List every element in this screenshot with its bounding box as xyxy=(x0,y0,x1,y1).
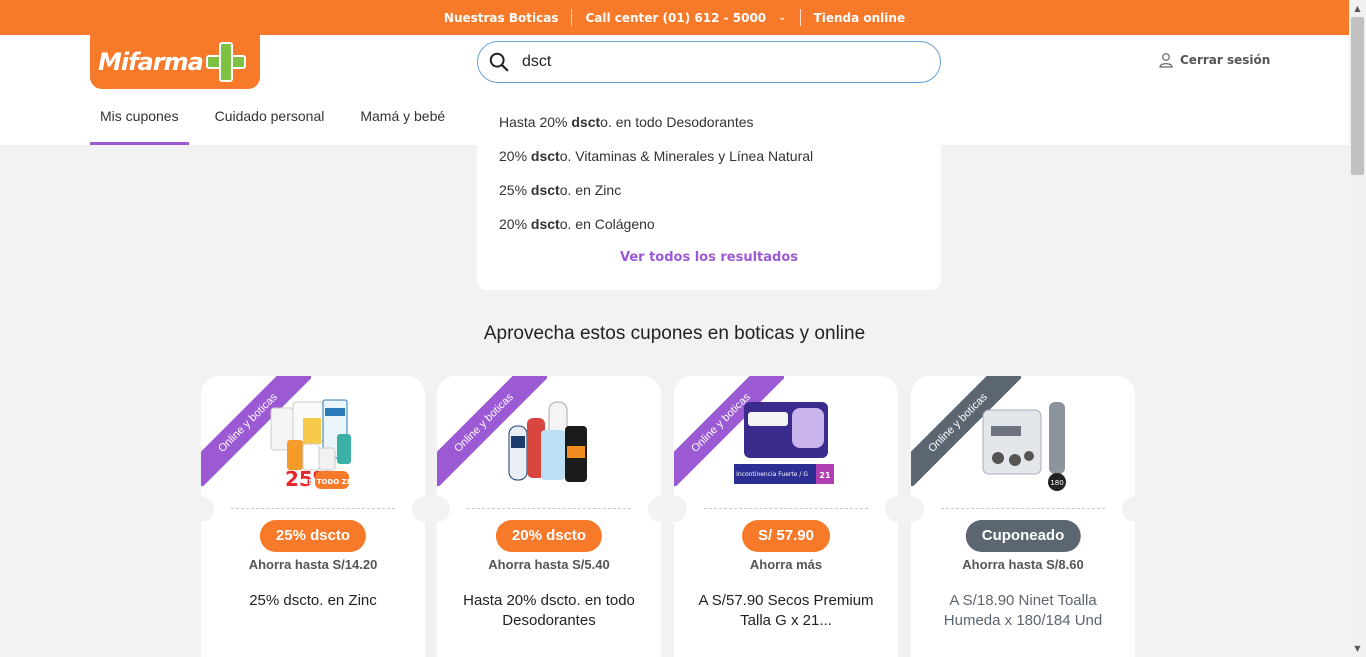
search-input[interactable] xyxy=(522,53,902,71)
page-scrollbar[interactable]: ▲ ▼ xyxy=(1349,0,1366,657)
coupon-title: Hasta 20% dscto. en todo Desodorantes xyxy=(463,592,635,629)
price-badge: S/ 57.90 xyxy=(742,520,830,552)
search-suggestions: Hasta 20% dscto. en todo Desodorantes 20… xyxy=(477,104,941,290)
coupon-title: A S/57.90 Secos Premium Talla G x 21... xyxy=(698,592,874,629)
coupon-card[interactable]: Online y boticas 20% dscto Ahorra hasta … xyxy=(437,376,661,657)
couponed-badge: Cuponeado xyxy=(965,520,1081,552)
ninet-wipes-image: 180 xyxy=(982,402,1066,491)
search-icon[interactable] xyxy=(488,51,510,73)
stores-link-label: Nuestras Boticas xyxy=(443,10,559,25)
coupon-card[interactable]: Online y boticas 180 Cuponeado Ahorra ha… xyxy=(911,376,1135,657)
user-icon xyxy=(1159,53,1173,68)
savings-text: Ahorra más xyxy=(749,557,823,572)
svg-text:180: 180 xyxy=(1050,479,1063,487)
scroll-up-icon[interactable]: ▲ xyxy=(1349,0,1366,17)
call-center-dropdown[interactable]: Call center (01) 612 - 5000 ⌄ xyxy=(572,9,799,26)
top-bar: Nuestras Boticas Call center (01) 612 - … xyxy=(0,0,1349,35)
logo-text: Mifarma xyxy=(98,48,204,76)
online-store-label: Tienda online xyxy=(813,10,906,25)
nav-item-mis-cupones[interactable]: Mis cupones xyxy=(90,101,189,145)
suggestion-item[interactable]: Hasta 20% dscto. en todo Desodorantes xyxy=(499,114,754,130)
search-box[interactable] xyxy=(477,41,941,83)
chevron-down-icon: ⌄ xyxy=(778,12,787,23)
suggestion-item[interactable]: 25% dscto. en Zinc xyxy=(499,182,621,198)
stores-link[interactable]: Nuestras Boticas xyxy=(431,9,572,26)
coupon-title: A S/18.90 Ninet Toalla Humeda x 180/184 … xyxy=(943,592,1103,629)
scroll-thumb[interactable] xyxy=(1351,17,1364,175)
deodorants-image xyxy=(508,401,587,482)
nav-item-mama-y-bebe[interactable]: Mamá y bebé xyxy=(350,101,455,145)
call-center-label: Call center (01) 612 - 5000 xyxy=(585,10,767,25)
mifarma-logo[interactable]: Mifarma xyxy=(90,35,260,89)
discount-badge: 25% dscto xyxy=(259,520,367,552)
category-nav: Mis cupones Cuidado personal Mamá y bebé xyxy=(90,101,471,145)
online-store-link[interactable]: Tienda online xyxy=(801,9,919,26)
suggestion-item[interactable]: 20% dscto. en Colágeno xyxy=(499,216,655,232)
scroll-down-icon[interactable]: ▼ xyxy=(1349,640,1366,657)
svg-text:21: 21 xyxy=(819,471,831,480)
savings-text: Ahorra hasta S/14.20 xyxy=(248,557,378,572)
nav-item-cuidado-personal[interactable]: Cuidado personal xyxy=(205,101,335,145)
green-cross-icon xyxy=(205,42,246,82)
savings-text: Ahorra hasta S/5.40 xyxy=(488,557,610,572)
svg-text:Incontinencia Fuerte / G: Incontinencia Fuerte / G xyxy=(736,471,808,478)
coupon-title: 25% dscto. en Zinc xyxy=(249,592,377,609)
discount-badge: 20% dscto xyxy=(495,520,603,552)
coupon-card[interactable]: Online y boticas Incontinencia Fuerte / … xyxy=(674,376,898,657)
svg-text:EN TODO ZINC: EN TODO ZINC xyxy=(304,478,361,486)
savings-text: Ahorra hasta S/8.60 xyxy=(962,557,1084,572)
secos-pack-image: Incontinencia Fuerte / G 21 xyxy=(734,402,834,484)
logout-button[interactable]: Cerrar sesión xyxy=(1158,52,1270,68)
zinc-products-image: 25% EN TODO ZINC xyxy=(270,399,361,491)
suggestion-item[interactable]: 20% dscto. Vitaminas & Minerales y Línea… xyxy=(499,148,813,164)
section-title: Aprovecha estos cupones en boticas y onl… xyxy=(483,323,866,344)
coupon-card[interactable]: Online y boticas 25% EN TODO ZINC 25% ds… xyxy=(201,376,425,657)
logout-label: Cerrar sesión xyxy=(1180,53,1271,67)
see-all-results-link[interactable]: Ver todos los resultados xyxy=(477,250,941,265)
